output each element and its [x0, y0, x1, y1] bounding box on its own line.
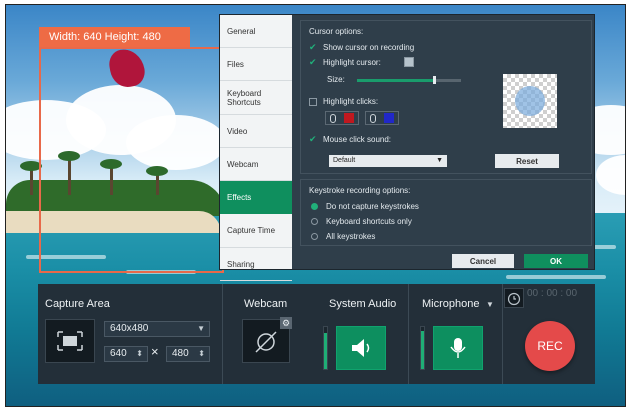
speaker-icon — [352, 339, 370, 357]
mouse-icon — [330, 113, 336, 123]
checkmark-icon[interactable]: ✔ — [309, 42, 323, 53]
checkmark-icon[interactable]: ✔ — [309, 57, 323, 68]
divider — [502, 284, 503, 384]
nav-keyboard-shortcuts[interactable]: Keyboard Shortcuts — [220, 81, 292, 115]
capture-area-title: Capture Area — [45, 298, 110, 310]
keystroke-option-none[interactable]: Do not capture keystrokes — [311, 202, 419, 211]
ok-button[interactable]: OK — [524, 254, 588, 268]
alarm-clock-icon — [507, 292, 521, 306]
height-value: 480 — [172, 348, 189, 359]
cancel-button[interactable]: Cancel — [452, 254, 514, 268]
left-click-color[interactable] — [325, 111, 359, 125]
highlight-cursor-label: Highlight cursor: — [323, 58, 381, 67]
keystroke-options-title: Keystroke recording options: — [309, 186, 411, 195]
nav-capture-time[interactable]: Capture Time — [220, 214, 292, 248]
checkmark-icon[interactable]: ✔ — [309, 134, 323, 145]
cursor-highlight-preview — [515, 86, 545, 116]
settings-dialog: General Files Keyboard Shortcuts Video W… — [219, 14, 595, 281]
system-audio-toggle[interactable] — [336, 326, 386, 370]
size-label: Size: — [327, 75, 345, 84]
checkbox-unchecked[interactable] — [309, 97, 317, 106]
mouse-click-sound-label: Mouse click sound: — [323, 135, 392, 144]
click-sound-value: Default — [333, 157, 356, 164]
size-slider-track[interactable] — [435, 79, 461, 82]
scheduled-recording-button[interactable] — [504, 288, 524, 308]
nav-video[interactable]: Video — [220, 115, 292, 148]
keystroke-option-label: Keyboard shortcuts only — [326, 217, 412, 226]
nav-sharing[interactable]: Sharing — [220, 248, 292, 281]
fullscreen-button[interactable] — [45, 319, 95, 363]
chevron-down-icon[interactable]: ▼ — [486, 300, 494, 309]
recording-timer: 00 : 00 : 00 — [527, 288, 578, 299]
show-cursor-option[interactable]: ✔ Show cursor on recording — [309, 42, 414, 53]
gear-icon[interactable]: ⚙ — [280, 317, 292, 329]
wave — [506, 275, 606, 279]
nav-files[interactable]: Files — [220, 48, 292, 81]
microphone-toggle[interactable] — [433, 326, 483, 370]
reset-button[interactable]: Reset — [495, 154, 559, 168]
nav-general[interactable]: General — [220, 15, 292, 48]
show-cursor-label: Show cursor on recording — [323, 43, 415, 52]
cursor-options-panel: Cursor options: ✔ Show cursor on recordi… — [300, 20, 592, 174]
radio-unselected[interactable] — [311, 218, 318, 225]
settings-nav: General Files Keyboard Shortcuts Video W… — [220, 15, 292, 281]
fullscreen-icon — [57, 331, 83, 351]
highlight-clicks-option[interactable]: Highlight clicks: — [309, 97, 378, 106]
radio-unselected[interactable] — [311, 233, 318, 240]
recording-control-bar: Capture Area 640x480 ▼ 640 ⬍ × 480 ⬍ Web… — [38, 284, 595, 384]
nav-effects[interactable]: Effects — [220, 181, 292, 214]
microphone-icon — [450, 338, 466, 358]
chevron-down-icon: ▼ — [197, 324, 205, 333]
rec-button[interactable]: REC — [525, 321, 575, 371]
highlight-cursor-option[interactable]: ✔ Highlight cursor: — [309, 57, 381, 68]
keystroke-option-label: All keystrokes — [326, 232, 376, 241]
mouse-icon — [370, 113, 376, 123]
system-audio-level-fill — [324, 333, 327, 369]
cursor-preview — [503, 74, 557, 128]
keystroke-option-label: Do not capture keystrokes — [326, 202, 419, 211]
divider — [408, 284, 409, 384]
chevron-down-icon: ▼ — [436, 157, 443, 164]
keystroke-option-all[interactable]: All keystrokes — [311, 232, 375, 241]
mouse-click-sound-option[interactable]: ✔ Mouse click sound: — [309, 134, 391, 145]
capture-size-label: Width: 640 Height: 480 — [39, 27, 190, 47]
stepper-icon[interactable]: ⬍ — [198, 347, 205, 361]
webcam-title: Webcam — [244, 298, 288, 310]
click-sound-dropdown[interactable]: Default ▼ — [329, 155, 447, 167]
system-audio-title: System Audio — [329, 298, 397, 310]
left-click-color-swatch — [344, 113, 354, 123]
size-slider-fill — [357, 79, 435, 82]
times-sign: × — [151, 344, 159, 359]
height-input[interactable]: 480 ⬍ — [166, 346, 210, 362]
width-input[interactable]: 640 ⬍ — [104, 346, 148, 362]
screenshot-frame: Width: 640 Height: 480 General Files Key… — [6, 5, 625, 406]
divider — [222, 284, 223, 384]
radio-selected[interactable] — [311, 203, 318, 210]
highlight-clicks-label: Highlight clicks: — [323, 97, 379, 106]
resolution-value: 640x480 — [110, 323, 149, 334]
right-click-color-swatch — [384, 113, 394, 123]
keystroke-options-panel: Keystroke recording options: Do not capt… — [300, 179, 592, 246]
microphone-level-fill — [421, 331, 424, 369]
system-audio-level-meter — [323, 326, 328, 370]
microphone-title: Microphone — [422, 298, 480, 310]
capture-region-frame[interactable] — [39, 47, 224, 273]
resolution-dropdown[interactable]: 640x480 ▼ — [104, 321, 210, 337]
keystroke-option-shortcuts[interactable]: Keyboard shortcuts only — [311, 217, 412, 226]
cursor-options-title: Cursor options: — [309, 27, 364, 36]
highlight-color-swatch[interactable] — [404, 57, 414, 67]
width-value: 640 — [110, 348, 127, 359]
stepper-icon[interactable]: ⬍ — [136, 347, 143, 361]
size-slider-thumb[interactable] — [433, 76, 436, 84]
microphone-level-meter — [420, 326, 425, 370]
right-click-color[interactable] — [365, 111, 399, 125]
nav-webcam[interactable]: Webcam — [220, 148, 292, 181]
